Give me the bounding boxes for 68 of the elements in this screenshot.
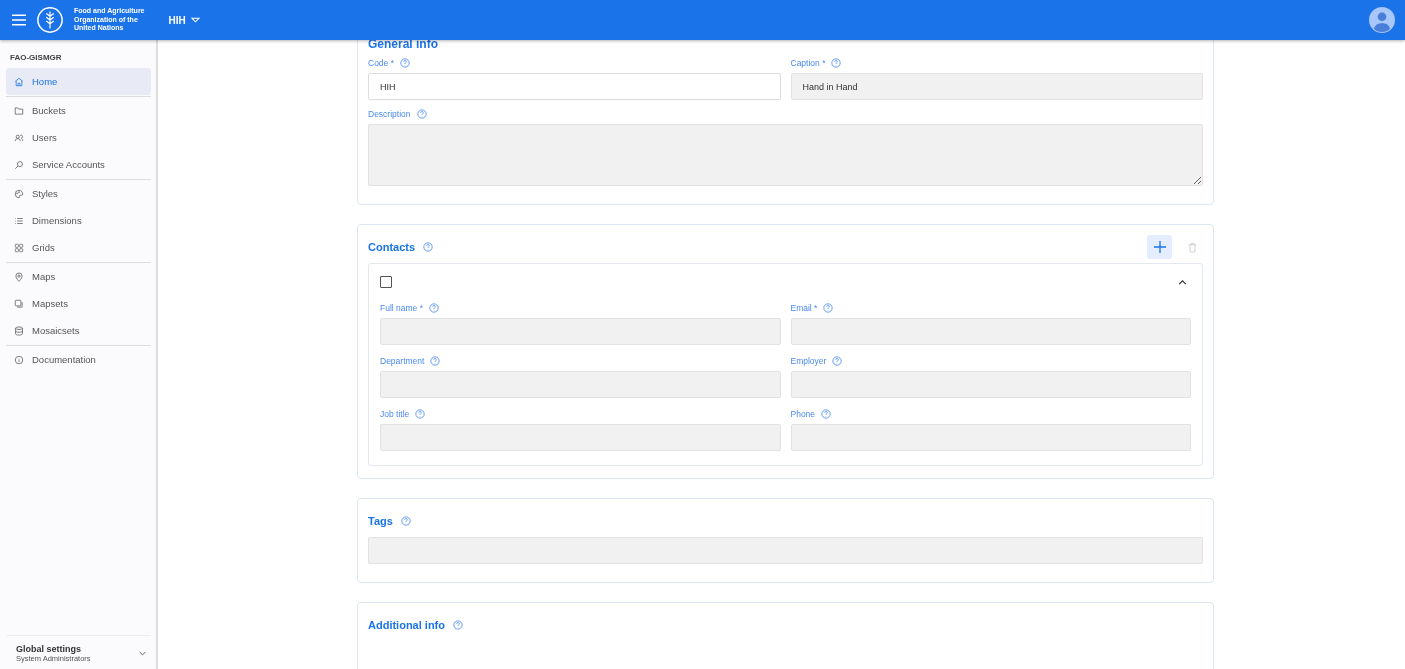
help-icon[interactable] [832,355,843,366]
help-icon[interactable] [823,302,834,313]
text-field[interactable]: HIH [368,73,781,100]
sidebar-item[interactable]: Buckets [6,97,151,124]
help-icon[interactable] [415,408,426,419]
help-icon[interactable] [416,108,427,119]
section-title: Tags [368,515,393,527]
folder-icon [14,105,24,116]
sidebar-item[interactable]: Users [6,124,151,151]
sidebar-item[interactable]: Dimensions [6,207,151,234]
help-icon[interactable] [821,408,832,419]
chevron-icon[interactable] [1178,279,1187,285]
stack-icon [14,298,24,309]
help-icon[interactable] [453,620,463,630]
home-icon [14,76,24,87]
avatar-icon[interactable] [1369,7,1395,33]
plus-icon [1153,241,1166,253]
section-title: Additional info [368,619,445,631]
field-label: Code * [368,57,394,68]
help-icon[interactable] [430,355,441,366]
field-label: Description [368,108,411,119]
checkbox[interactable] [380,276,392,288]
text-field[interactable] [790,371,1191,398]
palette-icon [14,188,24,199]
field-label: Full name * [380,302,423,313]
field-label: Job title [380,408,410,419]
sidebar-item[interactable]: Documentation [6,346,151,373]
text-field[interactable] [380,371,781,398]
section-title: General info [368,40,439,52]
sidebar-title: FAO-GISMGR [9,52,63,64]
field-label: Department [380,355,425,366]
description-field[interactable] [368,124,1203,186]
database-icon [14,325,24,336]
sidebar-item[interactable]: Mosaicsets [6,317,151,344]
add-button[interactable] [1147,235,1172,259]
trash-icon[interactable] [1188,241,1197,253]
help-icon[interactable] [423,242,434,252]
field-label: Employer [790,355,827,366]
users-icon [14,132,24,143]
text-field[interactable] [380,318,781,345]
caret-icon[interactable] [190,17,200,23]
help-icon[interactable] [429,302,439,313]
grid-icon [14,242,24,253]
sidebar-item[interactable]: Mapsets [6,290,151,317]
menu-icon[interactable] [12,14,26,26]
search-icon [14,159,24,170]
project-selector[interactable]: HIH [168,14,200,26]
field-label: Phone [790,408,816,419]
sidebar-item[interactable]: Grids [6,234,151,261]
sidebar-item[interactable]: Home [6,68,151,95]
text-field[interactable] [790,424,1191,451]
field-label: Email * [790,302,818,313]
help-icon[interactable] [400,516,411,526]
tags-field[interactable] [368,537,1203,564]
list-icon [14,215,24,226]
help-icon[interactable] [831,57,842,68]
field-label: Caption * [790,57,826,68]
pin-icon [14,271,24,282]
wheat-emblem-icon [36,6,64,34]
settings-title: Global settings [16,644,82,654]
text-field[interactable] [380,424,781,451]
sidebar-item[interactable]: Service Accounts [6,151,151,178]
help-icon[interactable] [400,57,410,68]
section-title: Contacts [368,241,416,253]
text-field[interactable] [790,318,1191,345]
info-icon [14,354,24,365]
sidebar-item[interactable]: Maps [6,263,151,290]
sidebar-item[interactable]: Styles [6,180,151,207]
